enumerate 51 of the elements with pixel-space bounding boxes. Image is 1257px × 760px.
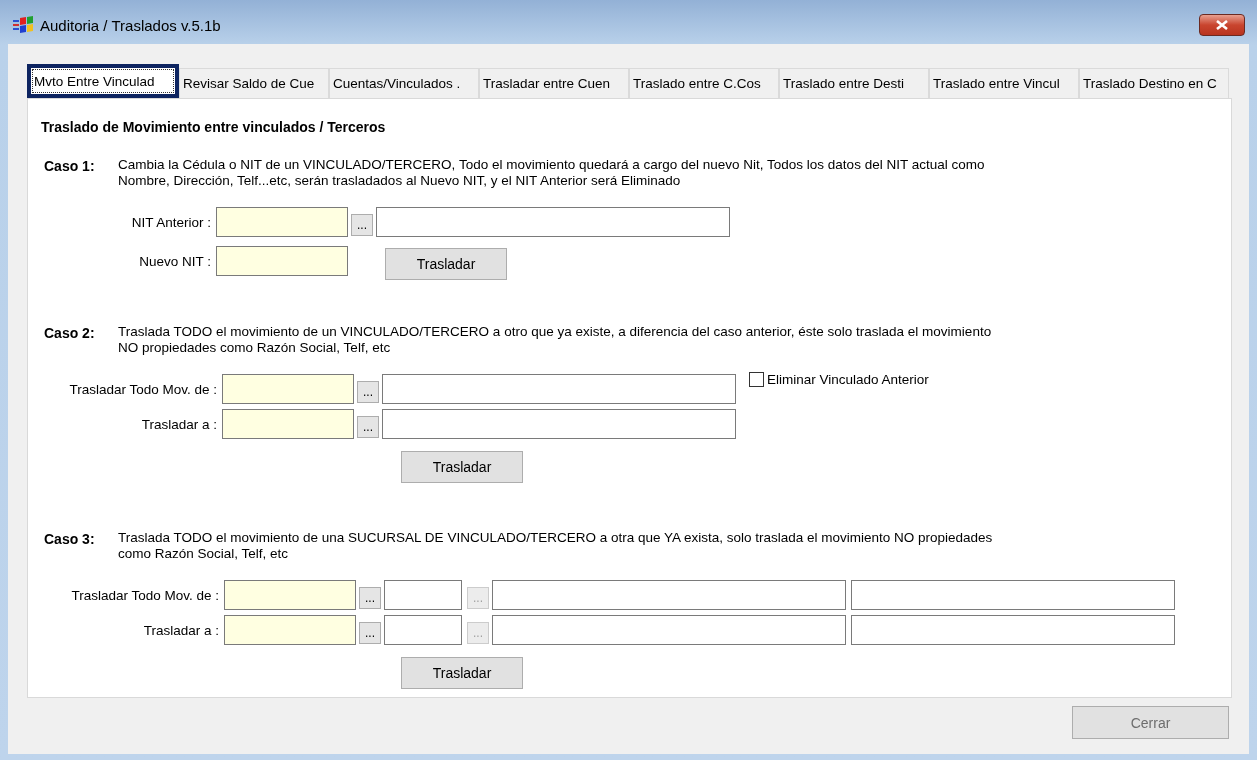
input-field[interactable] — [492, 615, 846, 645]
close-icon — [1216, 20, 1228, 30]
browse-button[interactable]: ... — [357, 381, 379, 403]
tab[interactable]: Traslado Destino en C — [1079, 68, 1229, 98]
checkbox-label: Eliminar Vinculado Anterior — [767, 372, 929, 387]
tab[interactable]: Cuentas/Vinculados . — [329, 68, 479, 98]
app-icon — [12, 16, 34, 34]
code-input-field[interactable] — [224, 615, 356, 645]
transfer-button[interactable]: Trasladar — [385, 248, 507, 280]
browse-button[interactable]: ... — [359, 622, 381, 644]
browse-button[interactable]: ... — [359, 587, 381, 609]
code-input-field[interactable] — [222, 409, 354, 439]
window-title: Auditoria / Traslados v.5.1b — [40, 16, 222, 34]
field-label: Trasladar a : — [140, 416, 218, 432]
input-field[interactable] — [384, 615, 462, 645]
tab[interactable]: Traslado entre Desti — [779, 68, 929, 98]
transfer-button[interactable]: Trasladar — [401, 657, 523, 689]
input-field[interactable] — [851, 615, 1175, 645]
section-heading: Traslado de Movimiento entre vinculados / Terceros — [41, 119, 387, 135]
code-input-field[interactable] — [216, 246, 348, 276]
field-label: Nuevo NIT : — [138, 253, 212, 269]
field-label: Trasladar a : — [142, 622, 220, 638]
case-description: Cambia la Cédula o NIT de un VINCULADO/TERCERO, Todo el movimiento quedará a cargo del nuevo Nit, Todos los datos del NIT actual como Nombre, Dirección, Telf...etc, serán trasladados al Nuevo NIT, y el NIT Anterior será Eliminado — [118, 157, 986, 189]
tab[interactable]: Revisar Saldo de Cue — [179, 68, 329, 98]
input-field[interactable] — [851, 580, 1175, 610]
code-input-field[interactable] — [224, 580, 356, 610]
input-field[interactable] — [382, 409, 736, 439]
tab[interactable]: Traslado entre C.Cos — [629, 68, 779, 98]
close-action-button[interactable]: Cerrar — [1072, 706, 1229, 739]
browse-button[interactable]: ... — [351, 214, 373, 236]
tab[interactable]: Traslado entre Vincul — [929, 68, 1079, 98]
case-description: Traslada TODO el movimiento de un VINCULADO/TERCERO a otro que ya existe, a diferencia del caso anterior, éste solo traslada el movimiento NO propiedades como Razón Social, Telf, etc — [118, 324, 993, 356]
case-description: Traslada TODO el movimiento de una SUCURSAL DE VINCULADO/TERCERO a otra que YA exista, solo traslada el movimiento NO propiedades como Razón Social, Telf, etc — [118, 530, 994, 562]
tab[interactable]: Trasladar entre Cuen — [479, 68, 629, 98]
code-input-field[interactable] — [216, 207, 348, 237]
browse-button[interactable]: ... — [357, 416, 379, 438]
checkbox[interactable] — [749, 372, 764, 387]
input-field[interactable] — [492, 580, 846, 610]
input-field[interactable] — [376, 207, 730, 237]
code-input-field[interactable] — [222, 374, 354, 404]
case-label: Caso 2: — [44, 324, 96, 341]
field-label: NIT Anterior : — [130, 214, 212, 230]
field-label: Trasladar Todo Mov. de : — [68, 381, 218, 397]
case-label: Caso 1: — [44, 157, 96, 174]
transfer-button[interactable]: Trasladar — [401, 451, 523, 483]
field-label: Trasladar Todo Mov. de : — [70, 587, 220, 603]
input-field[interactable] — [382, 374, 736, 404]
tab[interactable]: Mvto Entre Vinculad — [27, 64, 179, 98]
close-button[interactable] — [1199, 14, 1245, 36]
case-label: Caso 3: — [44, 530, 96, 547]
input-field[interactable] — [384, 580, 462, 610]
